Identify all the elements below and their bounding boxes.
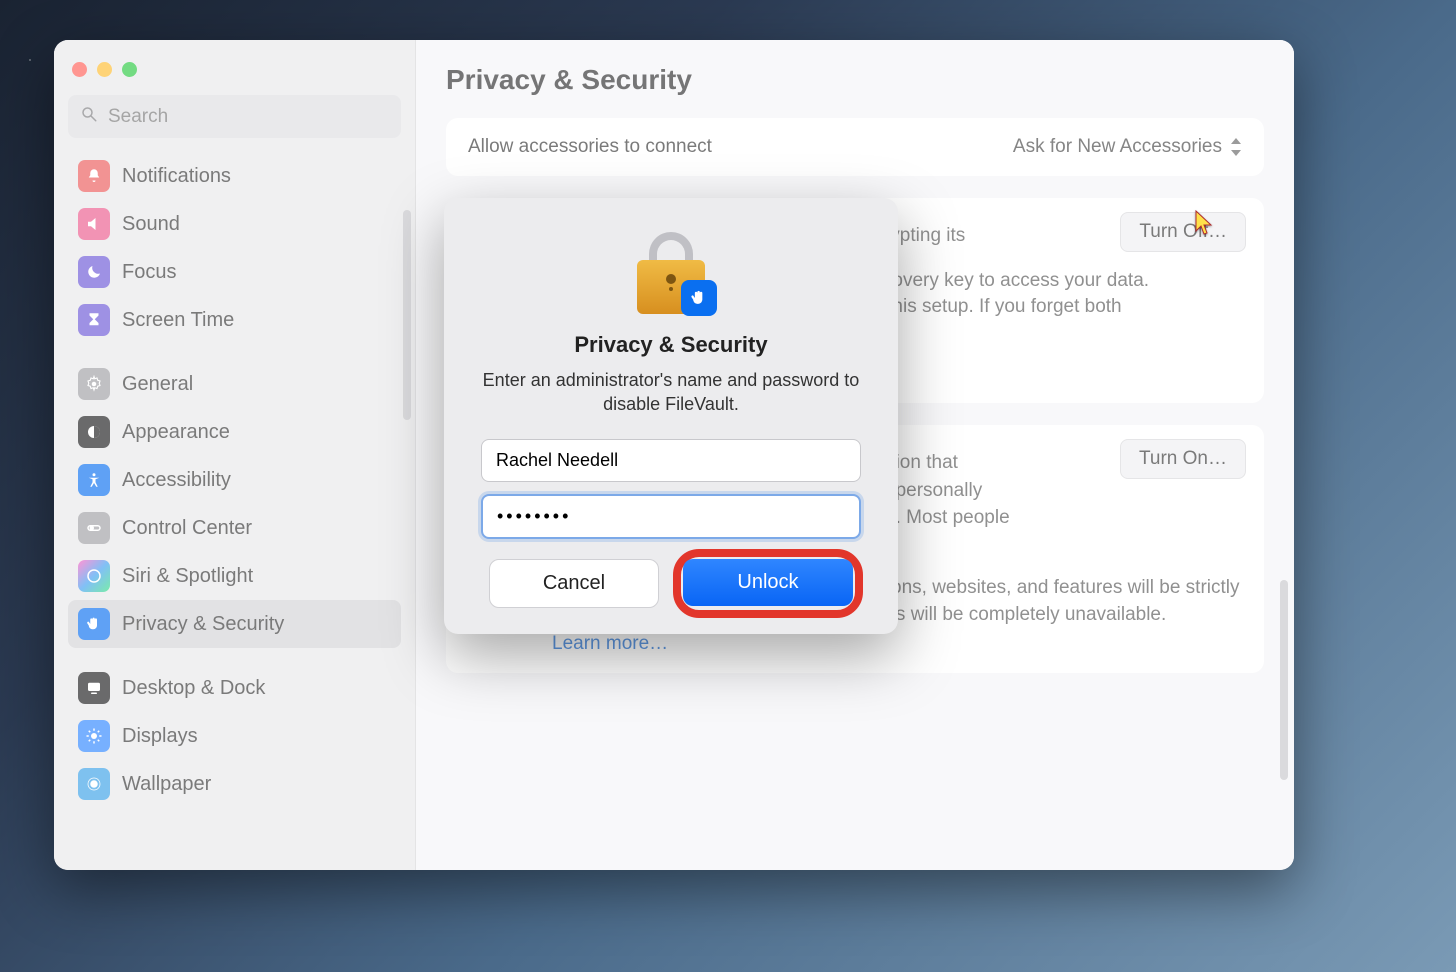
- appearance-icon: [78, 416, 110, 448]
- accessories-card: Allow accessories to connect Ask for New…: [446, 118, 1264, 176]
- sidebar-item-accessibility[interactable]: Accessibility: [68, 456, 401, 504]
- sidebar-item-label: Siri & Spotlight: [122, 565, 253, 588]
- sidebar-scrollbar[interactable]: [403, 210, 411, 420]
- wallpaper-icon: [78, 768, 110, 800]
- hand-badge-icon: [681, 280, 717, 316]
- moon-icon: [78, 256, 110, 288]
- sun-icon: [78, 720, 110, 752]
- auth-modal: Privacy & Security Enter an administrato…: [444, 198, 898, 634]
- modal-buttons: Cancel Unlock: [472, 559, 870, 608]
- learn-more-link[interactable]: Learn more…: [552, 633, 668, 655]
- hand-icon: [78, 608, 110, 640]
- accessibility-icon: [78, 464, 110, 496]
- sidebar-item-desktop-dock[interactable]: Desktop & Dock: [68, 664, 401, 712]
- sidebar-item-privacy-security[interactable]: Privacy & Security: [68, 600, 401, 648]
- sidebar-item-label: Control Center: [122, 517, 252, 540]
- speaker-icon: [78, 208, 110, 240]
- accessories-value: Ask for New Accessories: [1013, 136, 1222, 158]
- sidebar-item-label: Screen Time: [122, 309, 234, 332]
- sidebar: Notifications Sound Focus Screen Time: [54, 40, 416, 870]
- sidebar-item-label: Desktop & Dock: [122, 677, 265, 700]
- search-input-wrap[interactable]: [68, 95, 401, 138]
- sidebar-item-label: General: [122, 373, 193, 396]
- sidebar-item-wallpaper[interactable]: Wallpaper: [68, 760, 401, 808]
- gear-icon: [78, 368, 110, 400]
- username-field[interactable]: [481, 439, 861, 482]
- sidebar-item-appearance[interactable]: Appearance: [68, 408, 401, 456]
- accessories-select[interactable]: Ask for New Accessories: [1013, 136, 1242, 158]
- sidebar-item-displays[interactable]: Displays: [68, 712, 401, 760]
- chevron-updown-icon: [1228, 138, 1242, 156]
- sidebar-item-label: Focus: [122, 261, 176, 284]
- sidebar-item-label: Sound: [122, 213, 180, 236]
- sidebar-item-focus[interactable]: Focus: [68, 248, 401, 296]
- main-scrollbar[interactable]: [1280, 580, 1288, 780]
- bell-icon: [78, 160, 110, 192]
- close-icon[interactable]: [72, 62, 87, 77]
- sidebar-item-screen-time[interactable]: Screen Time: [68, 296, 401, 344]
- hourglass-icon: [78, 304, 110, 336]
- filevault-turn-off-button[interactable]: Turn Off…: [1120, 212, 1246, 252]
- search-input[interactable]: [108, 106, 389, 128]
- dock-icon: [78, 672, 110, 704]
- sidebar-list: Notifications Sound Focus Screen Time: [64, 152, 405, 808]
- sidebar-item-sound[interactable]: Sound: [68, 200, 401, 248]
- sidebar-item-label: Privacy & Security: [122, 613, 284, 636]
- sidebar-item-general[interactable]: General: [68, 360, 401, 408]
- cancel-button[interactable]: Cancel: [489, 559, 659, 608]
- search-icon: [80, 105, 98, 128]
- control-center-icon: [78, 512, 110, 544]
- unlock-button[interactable]: Unlock: [683, 559, 853, 606]
- sidebar-item-notifications[interactable]: Notifications: [68, 152, 401, 200]
- traffic-lights: [64, 56, 405, 95]
- password-field[interactable]: [481, 494, 861, 539]
- accessories-label: Allow accessories to connect: [468, 136, 712, 158]
- sidebar-item-label: Appearance: [122, 421, 230, 444]
- sidebar-item-siri-spotlight[interactable]: Siri & Spotlight: [68, 552, 401, 600]
- zoom-icon[interactable]: [122, 62, 137, 77]
- sidebar-item-control-center[interactable]: Control Center: [68, 504, 401, 552]
- page-title: Privacy & Security: [446, 64, 1264, 96]
- siri-icon: [78, 560, 110, 592]
- sidebar-item-label: Wallpaper: [122, 773, 211, 796]
- unlock-highlight: Unlock: [683, 559, 853, 608]
- cursor-icon: [1195, 210, 1211, 234]
- sidebar-item-label: Accessibility: [122, 469, 231, 492]
- sidebar-item-label: Displays: [122, 725, 198, 748]
- modal-title: Privacy & Security: [472, 332, 870, 358]
- modal-message: Enter an administrator's name and passwo…: [472, 368, 870, 417]
- lock-illustration: [629, 230, 713, 314]
- lockdown-turn-on-button[interactable]: Turn On…: [1120, 439, 1246, 479]
- sidebar-item-label: Notifications: [122, 165, 231, 188]
- minimize-icon[interactable]: [97, 62, 112, 77]
